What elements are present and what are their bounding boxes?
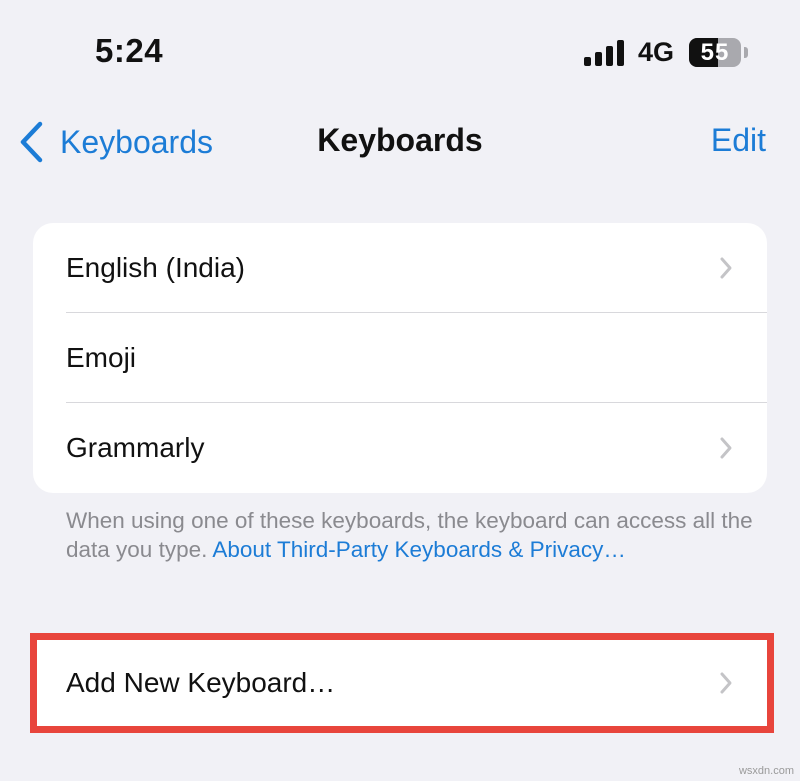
add-new-keyboard-label: Add New Keyboard…	[66, 667, 336, 698]
keyboards-list: English (India) Emoji Grammarly	[33, 223, 767, 493]
battery-icon: 55	[689, 38, 741, 67]
network-type: 4G	[638, 37, 675, 67]
chevron-right-icon	[720, 257, 732, 279]
privacy-note: When using one of these keyboards, the k…	[66, 506, 791, 564]
battery-percentage: 55	[700, 38, 730, 66]
keyboard-label: Emoji	[66, 342, 137, 373]
chevron-right-icon	[720, 437, 732, 459]
page-title: Keyboards	[317, 122, 483, 158]
keyboard-row-english-india[interactable]: English (India)	[33, 223, 767, 313]
keyboard-label: English (India)	[66, 252, 245, 283]
keyboard-row-grammarly[interactable]: Grammarly	[33, 403, 767, 493]
battery-cap	[744, 47, 748, 58]
watermark: wsxdn.com	[738, 765, 794, 777]
keyboard-label: Grammarly	[66, 432, 205, 463]
keyboard-row-emoji[interactable]: Emoji	[33, 313, 767, 403]
cellular-signal-icon	[584, 40, 628, 66]
add-new-keyboard-button[interactable]: Add New Keyboard…	[37, 640, 767, 726]
status-time: 5:24	[95, 32, 164, 69]
third-party-privacy-link[interactable]: About Third-Party Keyboards & Privacy…	[212, 537, 626, 562]
chevron-right-icon	[720, 672, 732, 694]
edit-button[interactable]: Edit	[711, 122, 766, 159]
